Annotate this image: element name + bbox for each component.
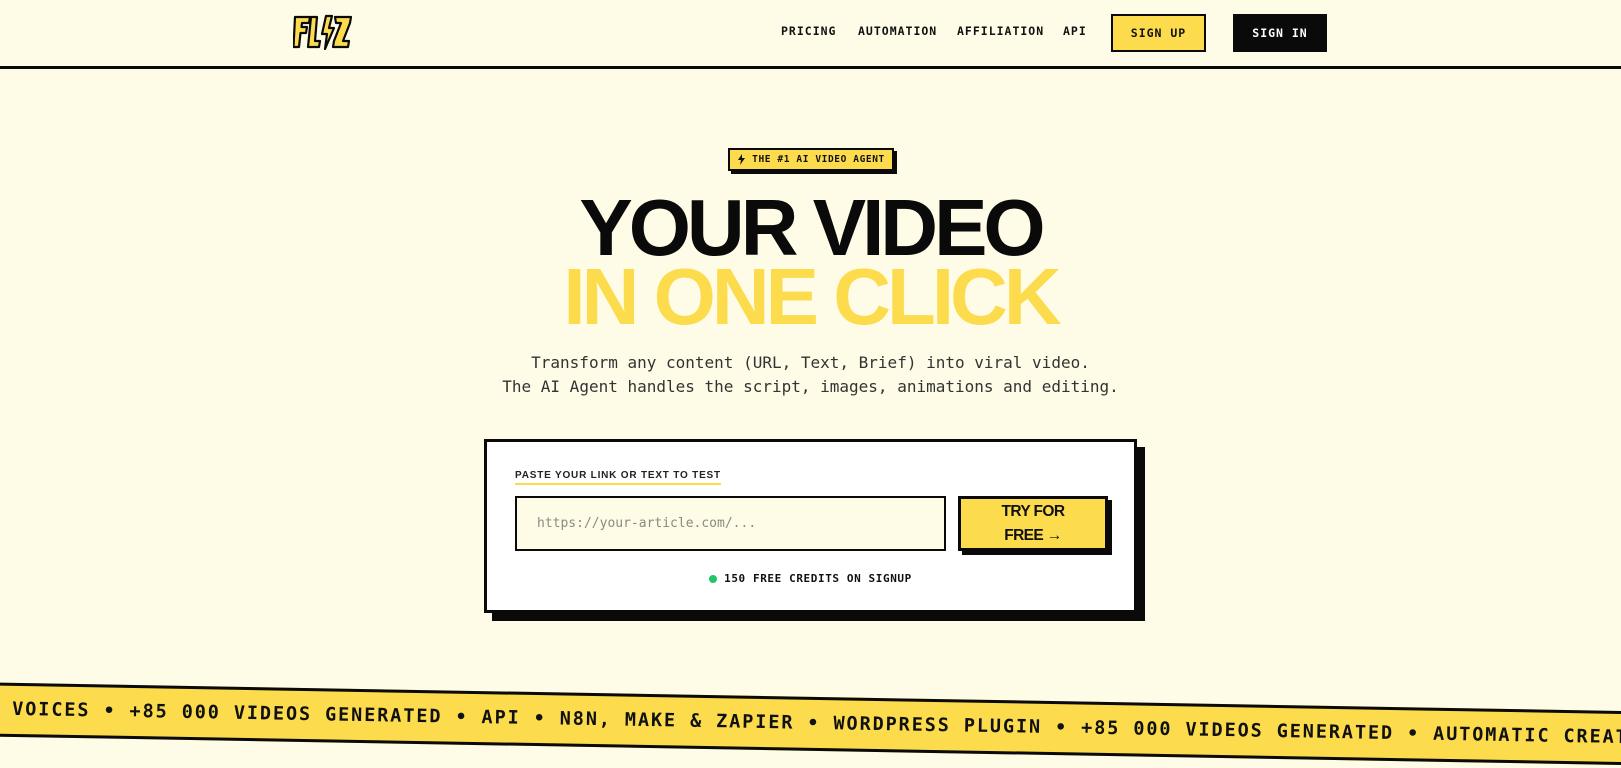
try-button-line-2: FREE → [1004,526,1062,544]
sign-in-button[interactable]: SIGN IN [1233,14,1327,52]
free-credits-text: 150 FREE CREDITS ON SIGNUP [724,572,912,585]
url-input[interactable] [515,496,946,551]
site-header: PRICING AUTOMATION AFFILIATION API SIGN … [0,0,1621,69]
nav-link-pricing[interactable]: PRICING [781,24,836,38]
landing-page: PRICING AUTOMATION AFFILIATION API SIGN … [0,0,1621,768]
hero-subtitle-line-2: The AI Agent handles the script, images,… [502,377,1119,396]
nav-link-api[interactable]: API [1063,24,1087,38]
ticker-text: C VOICES • +85 000 VIDEOS GENERATED • AP… [0,698,1621,749]
try-it-card: PASTE YOUR LINK OR TEXT TO TEST TRY FOR … [484,439,1137,613]
lightning-icon [738,154,746,165]
hero-headline-accent: IN ONE CLICK [563,252,1061,341]
sign-up-button[interactable]: SIGN UP [1111,14,1206,52]
try-button-line-1: TRY FOR [1001,502,1066,520]
input-label: PASTE YOUR LINK OR TEXT TO TEST [515,470,721,485]
status-dot-icon [709,574,718,583]
feature-ticker-banner: C VOICES • +85 000 VIDEOS GENERATED • AP… [0,681,1621,767]
hero-badge: THE #1 AI VIDEO AGENT [728,148,894,171]
hero-subtitle-line-1: Transform any content (URL, Text, Brief)… [531,353,1090,372]
main-nav: PRICING AUTOMATION AFFILIATION API [0,0,1621,66]
nav-link-automation[interactable]: AUTOMATION [858,24,937,38]
try-for-free-button[interactable]: TRY FOR FREE → [958,496,1108,551]
nav-link-affiliation[interactable]: AFFILIATION [957,24,1044,38]
free-credits-note: 150 FREE CREDITS ON SIGNUP [487,572,1134,585]
hero-badge-label: THE #1 AI VIDEO AGENT [752,154,885,165]
